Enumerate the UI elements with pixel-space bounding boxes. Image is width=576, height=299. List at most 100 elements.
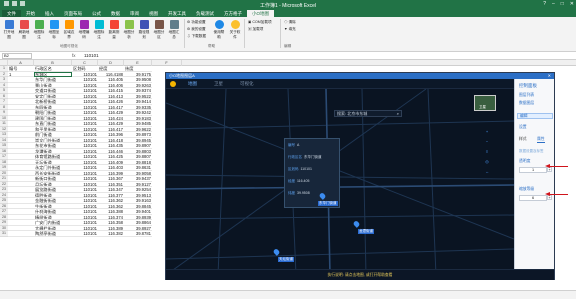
tab-fangfangezi[interactable]: 方方格子 (219, 10, 247, 17)
table-cell[interactable]: 110101 (72, 231, 98, 237)
section-style[interactable]: 样式 (519, 137, 527, 142)
addin-button[interactable]: ▣ 加载项 (248, 27, 263, 32)
group-label-help: 帮助 (208, 44, 216, 48)
red-arrow-head (545, 164, 550, 168)
layers-icon[interactable]: ≡ (484, 149, 490, 155)
my-settings-button[interactable]: ⚙ 我的设置 (187, 27, 206, 32)
tab-file[interactable]: 文件 (2, 10, 21, 17)
pin-icon (34, 20, 44, 29)
spreadsheet-grid[interactable]: 1 编号 行政区名 区划码 经度 纬度 2 1 东城区 110101 116.4188 39.9175… (0, 66, 160, 290)
ribbon-separator (280, 19, 281, 48)
sidebar-item-selected[interactable]: 编辑 (517, 113, 553, 119)
chart-icon (124, 20, 134, 29)
map-search-input[interactable]: 搜索: 北京市东城 ⌕ (334, 110, 402, 117)
annotate-icon (94, 20, 104, 29)
pin-label: 东华门街道 (318, 201, 338, 206)
com-addin-button[interactable]: ▣ COM加载项 (248, 20, 272, 25)
tab-developer[interactable]: 开发工具 (163, 10, 191, 17)
sidebar-item-settings[interactable]: 设置 (519, 125, 527, 130)
map-partition-button[interactable]: 地图分区 (152, 20, 166, 40)
info-popup: 编号 A 行政区名 东华门街道 区划码 110101 经度 116.405 纬度 39.9… (284, 138, 340, 208)
map-annotate-button[interactable]: 地图标注 (92, 20, 106, 40)
zoom-in-icon[interactable]: + (484, 129, 490, 135)
open-map-button[interactable]: 打开地图 (2, 20, 16, 40)
help-button[interactable]: 使用帮助 (212, 20, 226, 40)
map-summary-button[interactable]: 地图汇总 (167, 20, 181, 40)
opacity-label: 透明度 (519, 159, 531, 163)
red-arrow (548, 166, 568, 168)
ruler-icon (109, 20, 119, 29)
name-box[interactable]: B2 (2, 53, 32, 59)
map-status: 执行说明: 请点击地图, 或打开帮助查看 (166, 269, 554, 280)
route-button[interactable]: 路径规划 (137, 20, 151, 40)
tab-xiaoo-map[interactable]: 小O地图 (247, 10, 274, 17)
refresh-map-button[interactable]: 刷新地图 (17, 20, 31, 40)
download-data-button[interactable]: ⇩ 下载数据 (187, 34, 206, 39)
search-icon[interactable]: ⌕ (397, 111, 399, 116)
zoom-out-icon[interactable]: − (484, 139, 490, 145)
window-controls[interactable]: ? – □ ✕ (543, 1, 574, 7)
tab-view[interactable]: 视图 (144, 10, 163, 17)
map-tab-satellite[interactable]: 卫星 (214, 81, 223, 87)
table-cell[interactable]: 39.8781 (124, 231, 152, 237)
maximize-icon[interactable]: □ (561, 1, 564, 7)
sidebar-item-layers[interactable]: 图层列表 (519, 93, 534, 98)
formula-input[interactable]: 110101 (84, 53, 99, 58)
distance-button[interactable]: 距离测量 (107, 20, 121, 40)
control-sidebar: 控制面板 图层列表 数据图层 编辑 设置 样式 属性 数据设置及标签 透明度 1… (514, 79, 554, 269)
tab-load-test[interactable]: 负载测试 (191, 10, 219, 17)
map-label-button[interactable]: 地图标注 (32, 20, 46, 40)
table-cell[interactable] (8, 231, 34, 237)
tab-insert[interactable]: 插入 (40, 10, 59, 17)
table-cell[interactable]: 陶然亭街道 (34, 231, 72, 237)
map-canvas[interactable]: 搜索: 北京市东城 ⌕ 编号 A 行政区名 东华门街道 区划码 110101 经度 116… (166, 89, 514, 275)
tab-properties[interactable]: 属性 (537, 137, 545, 143)
field-label: 数据设置及标签 (519, 149, 544, 153)
opacity-stepper[interactable]: 1 (519, 167, 547, 173)
group-label-edit: 编辑 (284, 44, 292, 48)
red-arrow (548, 194, 568, 196)
map-tab-visual[interactable]: 可视化 (240, 81, 254, 87)
map-tab-map[interactable]: 地图 (188, 81, 197, 87)
locate-icon[interactable]: ◎ (484, 159, 490, 165)
map-analysis-button[interactable]: 地图分析 (122, 20, 136, 40)
map-logo-icon (170, 81, 176, 87)
geocode-button[interactable]: 地理编码 (77, 20, 91, 40)
ruler-tool-icon[interactable]: ↔ (484, 169, 490, 175)
tab-data[interactable]: 数据 (106, 10, 125, 17)
map-icon (4, 20, 14, 29)
title-bar: 工作簿1 - Microsoft Excel ? – □ ✕ (0, 0, 576, 9)
row-header[interactable]: 31 (0, 231, 8, 237)
coordinate-icon (49, 20, 59, 29)
feature-settings-button[interactable]: ⚙ 功能设置 (187, 20, 206, 25)
tab-formulas[interactable]: 公式 (87, 10, 106, 17)
red-arrow-head (545, 192, 550, 196)
map-tabs: 地图 卫星 可视化 (166, 79, 554, 89)
about-button[interactable]: 关于软件 (228, 20, 242, 40)
popup-row: 行政区名 东华门街道 (288, 155, 322, 159)
ribbon-separator (244, 19, 245, 48)
tab-home[interactable]: 开始 (21, 10, 40, 17)
minimize-icon[interactable]: – (552, 1, 555, 7)
map-coord-button[interactable]: 地图坐标 (47, 20, 61, 40)
tab-review[interactable]: 审阅 (125, 10, 144, 17)
geocode-icon (79, 20, 89, 29)
popup-row: 编号 A (288, 143, 300, 147)
table-cell[interactable]: 116.382 (98, 231, 124, 237)
fx-icon[interactable]: fx (72, 53, 76, 58)
help-icon[interactable]: ? (543, 1, 546, 7)
clear-button[interactable]: ◇ 清除 (284, 20, 296, 25)
map-panel: 小O地图图层A ✕ 地图 卫星 可视化 搜索: 北京市东城 ⌕ 编号 A 行政区名 东华… (165, 72, 555, 280)
ribbon-separator (184, 19, 185, 48)
boundary-icon (64, 20, 74, 29)
selected-cell[interactable] (34, 71, 72, 77)
tab-page-layout[interactable]: 页面布局 (59, 10, 87, 17)
zoom-stepper[interactable]: 6 (519, 195, 547, 201)
sidebar-item-data-layer[interactable]: 数据图层 (519, 101, 534, 106)
region-boundary-button[interactable]: 区域边界 (62, 20, 76, 40)
satellite-thumbnail[interactable]: 卫星 (474, 95, 496, 111)
close-icon[interactable]: ✕ (570, 1, 574, 7)
partition-icon (154, 20, 164, 29)
fill-button[interactable]: ▼ 填充 (284, 27, 296, 32)
popup-row: 经度 116.405 (288, 179, 310, 183)
